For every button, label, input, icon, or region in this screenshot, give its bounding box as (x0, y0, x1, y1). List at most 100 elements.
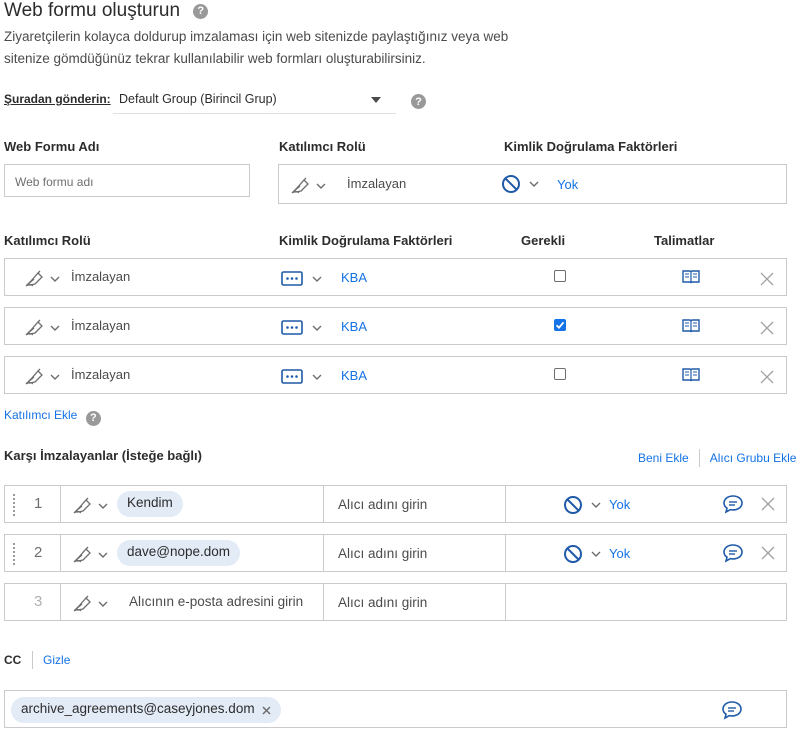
recipient-name-input[interactable]: Alıcı adını girin (338, 595, 427, 610)
message-icon[interactable] (721, 700, 743, 720)
recipient-chip[interactable]: dave@nope.dom (117, 540, 241, 566)
cc-label: CC (4, 653, 22, 667)
chevron-down-icon (591, 502, 601, 508)
book-icon[interactable] (682, 269, 700, 284)
countersigners-title: Karşı İmzalayanlar (İsteğe bağlı) (4, 448, 202, 463)
role-dropdown[interactable] (291, 175, 331, 195)
auth-dropdown[interactable] (563, 495, 603, 517)
add-me-link[interactable]: Beni Ekle (638, 451, 689, 465)
pen-icon (73, 595, 91, 612)
help-icon[interactable]: ? (193, 3, 209, 19)
book-icon[interactable] (682, 367, 700, 382)
divider (60, 535, 61, 571)
chevron-down-icon (50, 374, 60, 380)
close-icon[interactable] (761, 497, 775, 511)
countersigner-auth: Yok (609, 546, 631, 561)
page-title: Web formu oluşturun ? (4, 0, 209, 22)
send-from-dropdown[interactable]: Default Group (Birincil Grup) (113, 84, 396, 114)
help-icon[interactable]: ? (85, 410, 101, 426)
participant-auth: KBA (341, 368, 368, 383)
auth-dropdown[interactable] (563, 544, 603, 566)
remove-icon[interactable] (262, 706, 271, 715)
message-icon[interactable] (722, 494, 744, 514)
web-form-name-input[interactable]: Web formu adı (4, 164, 250, 197)
row-number: 1 (34, 495, 43, 512)
countersigner-auth: Yok (609, 497, 631, 512)
close-icon[interactable] (760, 370, 774, 384)
chevron-down-icon (50, 325, 60, 331)
participant-row: İmzalayan KBA (4, 307, 787, 345)
required-checkbox[interactable] (554, 368, 566, 380)
recipient-email-input[interactable]: Alıcının e-posta adresini girin (129, 594, 303, 609)
auth-dropdown[interactable] (501, 174, 541, 196)
recipient-chip[interactable]: Kendim (117, 491, 183, 517)
message-icon[interactable] (722, 543, 744, 563)
send-from-label: Şuradan gönderin: (4, 92, 111, 106)
role-dropdown[interactable] (73, 544, 111, 564)
cc-chip: archive_agreements@caseyjones.dom (11, 697, 281, 723)
role-dropdown[interactable] (25, 268, 63, 288)
participant-auth: KBA (341, 270, 368, 285)
chevron-down-icon (50, 276, 60, 282)
divider (60, 584, 61, 620)
drag-handle-icon[interactable] (13, 543, 15, 565)
chevron-down-icon (98, 601, 108, 607)
role-value: İmzalayan (347, 176, 407, 191)
divider (60, 486, 61, 522)
check-icon (555, 321, 565, 330)
kba-icon (281, 369, 303, 384)
divider (323, 584, 324, 620)
auth-label: Kimlik Doğrulama Faktörleri (504, 139, 678, 154)
role-dropdown[interactable] (73, 495, 111, 515)
countersigner-row: 3 Alıcının e-posta adresini girin Alıcı ad… (4, 583, 787, 621)
recipient-name-input[interactable]: Alıcı adını girin (338, 546, 427, 561)
add-participant: Katılımcı Ekle ? (4, 406, 101, 426)
web-form-name-placeholder: Web formu adı (15, 175, 94, 189)
chevron-down-icon (98, 503, 108, 509)
pen-icon (25, 270, 43, 287)
role-dropdown[interactable] (25, 317, 63, 337)
kba-icon (281, 271, 303, 286)
divider (323, 535, 324, 571)
divider (31, 651, 33, 669)
chevron-down-icon (312, 374, 322, 380)
auth-dropdown[interactable] (281, 318, 325, 338)
auth-dropdown[interactable] (281, 367, 325, 387)
add-recipient-group-link[interactable]: Alıcı Grubu Ekle (710, 451, 797, 465)
close-icon[interactable] (761, 546, 775, 560)
cc-chip-label: archive_agreements@caseyjones.dom (21, 701, 255, 716)
add-participant-link[interactable]: Katılımcı Ekle (4, 408, 77, 422)
role-dropdown[interactable] (25, 366, 63, 386)
auth-dropdown[interactable] (281, 269, 325, 289)
row-number: 3 (34, 593, 43, 610)
close-icon[interactable] (760, 321, 774, 335)
participant-auth-header: Kimlik Doğrulama Faktörleri (279, 233, 453, 248)
close-icon[interactable] (760, 272, 774, 286)
countersigner-row: 1 Kendim Alıcı adını girin Yok (4, 485, 787, 523)
divider (323, 486, 324, 522)
cc-field[interactable]: archive_agreements@caseyjones.dom (4, 690, 787, 728)
pen-icon (25, 319, 43, 336)
required-checkbox[interactable] (554, 270, 566, 282)
participant-instructions-header: Talimatlar (654, 233, 715, 248)
pen-icon (291, 177, 309, 194)
role-label: Katılımcı Rolü (279, 139, 366, 154)
recipient-name-input[interactable]: Alıcı adını girin (338, 497, 427, 512)
hide-cc-link[interactable]: Gizle (43, 653, 70, 667)
pen-icon (73, 546, 91, 563)
required-checkbox[interactable] (554, 319, 566, 331)
kba-icon (281, 320, 303, 335)
drag-handle-icon[interactable] (13, 494, 15, 516)
role-dropdown[interactable] (73, 593, 111, 613)
participant-role: İmzalayan (71, 367, 131, 382)
participant-role: İmzalayan (71, 269, 131, 284)
divider (505, 486, 506, 522)
participant-auth: KBA (341, 319, 368, 334)
book-icon[interactable] (682, 318, 700, 333)
form-role-auth-field: İmzalayan Yok (278, 164, 787, 204)
none-icon (564, 496, 582, 514)
pen-icon (73, 497, 91, 514)
participant-row: İmzalayan KBA (4, 356, 787, 394)
help-icon[interactable]: ? (411, 94, 426, 109)
chevron-down-icon (98, 552, 108, 558)
